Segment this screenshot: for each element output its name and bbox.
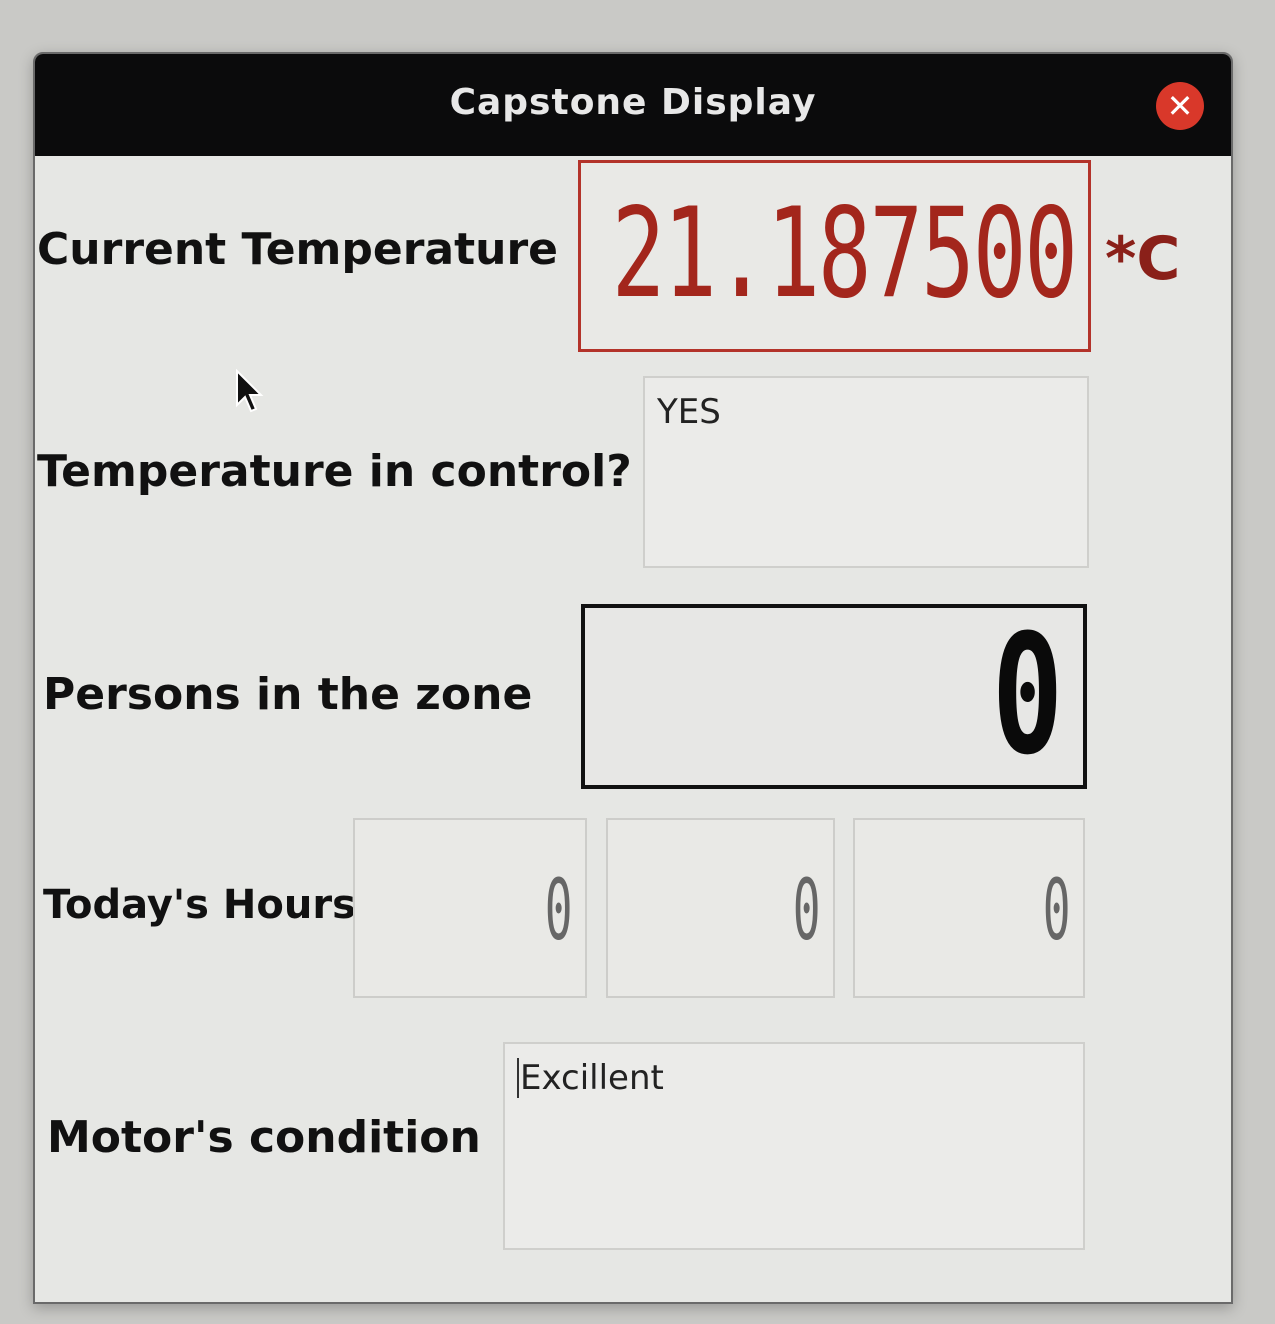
hours-digit-1: 0	[545, 861, 573, 959]
hours-lcd-display-2: 0	[606, 818, 835, 998]
current-temperature-label: Current Temperature	[37, 224, 559, 275]
hours-lcd-display-1: 0	[353, 818, 587, 998]
title-bar[interactable]: Capstone Display ✕	[35, 54, 1231, 156]
persons-lcd-display: 0	[581, 604, 1087, 789]
persons-value: 0	[991, 599, 1063, 791]
motors-condition-label: Motor's condition	[47, 1112, 481, 1163]
temperature-lcd-display: 21.187500	[578, 160, 1091, 352]
window-title: Capstone Display	[449, 82, 817, 123]
todays-hours-label: Today's Hours	[43, 882, 356, 928]
close-button[interactable]: ✕	[1156, 82, 1204, 130]
temperature-control-field[interactable]: YES	[643, 376, 1089, 568]
hours-lcd-display-3: 0	[853, 818, 1085, 998]
motor-condition-value: Excillent	[517, 1058, 664, 1098]
temperature-value: 21.187500	[611, 182, 1078, 326]
close-icon: ✕	[1166, 87, 1194, 125]
mouse-pointer-icon	[236, 369, 264, 413]
capstone-display-window: Capstone Display ✕ Current Temperature 2…	[33, 52, 1233, 1304]
temperature-unit: *C	[1105, 224, 1181, 294]
persons-in-zone-label: Persons in the zone	[43, 669, 533, 720]
hours-digit-3: 0	[1043, 861, 1071, 959]
hours-digit-2: 0	[793, 861, 821, 959]
temperature-in-control-label: Temperature in control?	[37, 446, 632, 497]
motor-condition-field[interactable]: Excillent	[503, 1042, 1085, 1250]
temperature-control-value: YES	[657, 392, 721, 432]
